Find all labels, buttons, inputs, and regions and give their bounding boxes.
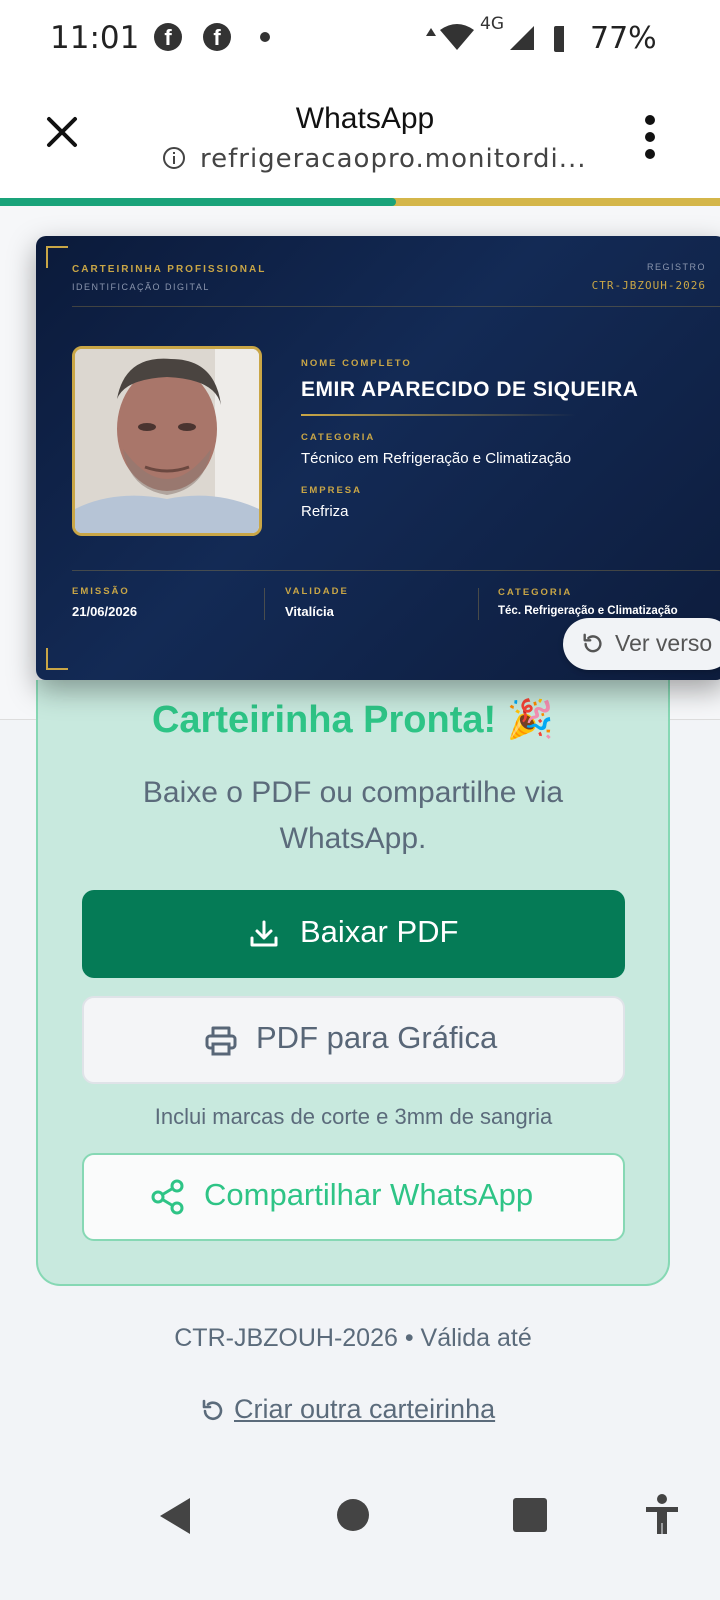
profile-photo bbox=[72, 346, 262, 536]
recents-icon[interactable] bbox=[513, 1498, 547, 1532]
emissao-label: EMISSÃO bbox=[72, 586, 130, 597]
share-whatsapp-label: Compartilhar WhatsApp bbox=[204, 1177, 534, 1212]
card-corner-ornament bbox=[46, 648, 68, 670]
share-icon bbox=[151, 1179, 184, 1215]
flip-card-label: Ver verso bbox=[615, 630, 713, 656]
card-subheading: IDENTIFICAÇÃO DIGITAL bbox=[72, 282, 210, 292]
back-icon[interactable] bbox=[158, 1496, 192, 1536]
registration-footer: CTR-JBZOUH-2026 • Válida até bbox=[174, 1324, 532, 1352]
progress-fill bbox=[0, 198, 396, 206]
categoria2-value: Téc. Refrigeração e Climatização bbox=[498, 605, 678, 617]
status-bar: 11:01 f f 4G 77% bbox=[0, 0, 720, 76]
field-divider bbox=[478, 588, 479, 620]
custom-tab-header: WhatsApp refrigeracaopro.monitordi... bbox=[0, 76, 720, 198]
categoria-label: CATEGORIA bbox=[301, 432, 376, 443]
info-icon[interactable] bbox=[162, 146, 186, 170]
tab-title: WhatsApp bbox=[295, 102, 435, 135]
battery-percent: 77% bbox=[590, 21, 657, 56]
more-notifications-dot-icon bbox=[260, 32, 270, 42]
empresa-label: EMPRESA bbox=[301, 485, 362, 496]
home-icon[interactable] bbox=[336, 1498, 370, 1532]
print-note: Inclui marcas de corte e 3mm de sangria bbox=[154, 1104, 553, 1129]
card-divider bbox=[72, 570, 720, 571]
id-card-front[interactable]: CARTEIRINHA PROFISSIONAL IDENTIFICAÇÃO D… bbox=[36, 236, 720, 680]
tab-url[interactable]: refrigeracaopro.monitordi... bbox=[200, 144, 587, 174]
print-pdf-button[interactable]: PDF para Gráfica bbox=[82, 996, 625, 1084]
registro-value: CTR-JBZOUH-2026 bbox=[591, 279, 706, 292]
system-nav-bar bbox=[0, 1460, 720, 1600]
accessibility-icon[interactable] bbox=[644, 1494, 680, 1536]
more-vert-icon[interactable] bbox=[644, 114, 656, 160]
card-corner-ornament bbox=[46, 246, 68, 268]
rotate-icon bbox=[583, 633, 602, 653]
categoria-value: Técnico em Refrigeração e Climatização bbox=[301, 450, 572, 467]
flip-card-button[interactable]: Ver verso bbox=[563, 618, 720, 670]
share-whatsapp-button[interactable]: Compartilhar WhatsApp bbox=[82, 1153, 625, 1241]
field-divider bbox=[264, 588, 265, 620]
create-another-label: Criar outra carteirinha bbox=[234, 1394, 496, 1424]
facebook-notification-icon: f bbox=[203, 23, 231, 51]
print-pdf-label: PDF para Gráfica bbox=[256, 1020, 498, 1055]
nome-label: NOME COMPLETO bbox=[301, 358, 412, 369]
card-heading: CARTEIRINHA PROFISSIONAL bbox=[72, 264, 267, 275]
validade-value: Vitalícia bbox=[285, 604, 334, 619]
validade-label: VALIDADE bbox=[285, 586, 349, 597]
panel-title: Carteirinha Pronta! 🎉 bbox=[151, 699, 555, 741]
nome-value: EMIR APARECIDO DE SIQUEIRA bbox=[301, 378, 639, 401]
download-pdf-label: Baixar PDF bbox=[300, 914, 459, 949]
registro-label: REGISTRO bbox=[646, 262, 706, 272]
panel-subtitle: Baixe o PDF ou compartilhe via WhatsApp. bbox=[142, 776, 564, 855]
download-pdf-button[interactable]: Baixar PDF bbox=[82, 890, 625, 978]
printer-icon bbox=[205, 1026, 237, 1056]
facebook-notification-icon: f bbox=[154, 23, 182, 51]
download-icon bbox=[250, 920, 278, 947]
restart-icon bbox=[202, 1399, 223, 1420]
page-load-progress bbox=[0, 198, 720, 206]
empresa-value: Refriza bbox=[301, 503, 349, 520]
status-time: 11:01 bbox=[50, 20, 140, 56]
network-type: 4G bbox=[480, 14, 504, 34]
name-underline bbox=[301, 414, 576, 416]
emissao-value: 21/06/2026 bbox=[72, 604, 138, 619]
categoria2-label: CATEGORIA bbox=[498, 587, 573, 598]
card-divider bbox=[72, 306, 720, 307]
battery-icon bbox=[554, 26, 564, 52]
